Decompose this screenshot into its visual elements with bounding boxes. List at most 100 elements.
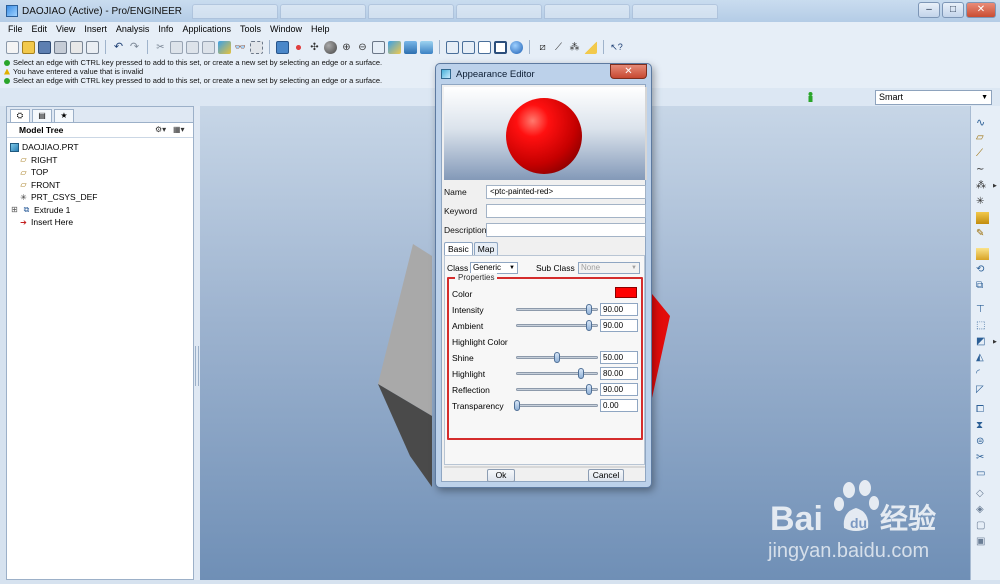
save-icon[interactable] — [38, 40, 51, 54]
background-window-tab[interactable] — [632, 3, 718, 19]
cancel-button[interactable]: Cancel — [588, 469, 624, 482]
reorient-icon[interactable] — [388, 40, 401, 54]
point-display-icon[interactable]: ⁂ — [568, 41, 581, 54]
zoom-out-icon[interactable]: ⊖ — [356, 41, 369, 54]
tree-node-front[interactable]: ▱ FRONT — [10, 179, 193, 192]
draft-tool-icon[interactable]: ◭ — [976, 352, 989, 364]
hole-tool-icon[interactable]: ⊤ — [976, 304, 989, 316]
transparency-slider[interactable] — [514, 400, 598, 411]
expand-icon[interactable]: ⊞ — [10, 205, 19, 214]
sketch-icon[interactable]: ∿ — [976, 116, 989, 129]
highlight-slider[interactable] — [516, 368, 598, 379]
menu-file[interactable]: File — [8, 24, 23, 34]
tab-map[interactable]: Map — [473, 242, 499, 255]
maximize-button[interactable]: □ — [942, 2, 964, 18]
intensity-value[interactable]: 90.00 — [600, 303, 638, 316]
paste-special-icon[interactable] — [202, 40, 215, 54]
intensity-slider[interactable] — [516, 304, 598, 315]
shading-icon[interactable] — [324, 40, 337, 54]
wireframe-icon[interactable] — [446, 40, 459, 54]
favorites-tab[interactable]: ★ — [54, 109, 74, 122]
menu-analysis[interactable]: Analysis — [116, 24, 150, 34]
background-window-tab[interactable] — [280, 3, 366, 19]
background-window-tab[interactable] — [192, 3, 278, 19]
reflection-value[interactable]: 90.00 — [600, 383, 638, 396]
datum-plane-display-icon[interactable]: ⧄ — [536, 41, 549, 54]
merge-tool-icon[interactable]: ⊜ — [976, 436, 989, 448]
orient-icon[interactable]: ✣ — [308, 41, 321, 54]
expand-arrow-icon[interactable]: ▶ — [993, 339, 997, 345]
folder-browser-tab[interactable]: ▤ — [32, 109, 52, 122]
menu-view[interactable]: View — [56, 24, 75, 34]
minimize-button[interactable]: – — [918, 2, 940, 18]
revolve-tool-icon[interactable]: ⟲ — [976, 264, 989, 276]
mirror-tool-icon[interactable]: ⧗ — [976, 420, 989, 432]
menu-applications[interactable]: Applications — [182, 24, 231, 34]
slider-handle[interactable] — [586, 320, 592, 331]
pattern-tool-icon[interactable]: ⧠ — [976, 404, 989, 416]
sketcher-tool-icon[interactable]: ✎ — [976, 228, 989, 240]
tree-node-insert-here[interactable]: ➔ Insert Here — [10, 216, 193, 229]
background-window-tab[interactable] — [368, 3, 454, 19]
undo-icon[interactable]: ↶ — [112, 41, 125, 54]
extrude-tool-icon[interactable] — [976, 248, 989, 260]
slider-handle[interactable] — [586, 304, 592, 315]
tree-node-right[interactable]: ▱ RIGHT — [10, 154, 193, 167]
round-tool-icon[interactable]: ◜ — [976, 368, 989, 380]
expand-arrow-icon[interactable]: ▶ — [993, 183, 997, 189]
tree-settings-icon[interactable]: ⚙▾ — [155, 125, 169, 135]
background-window-tab[interactable] — [456, 3, 542, 19]
shell-tool-icon[interactable]: ⬚ — [976, 320, 989, 332]
menu-help[interactable]: Help — [311, 24, 330, 34]
ok-button[interactable]: Ok — [487, 469, 515, 482]
preview-scrollbar[interactable] — [645, 87, 647, 180]
datum-axis-tool-icon[interactable]: ⟋ — [976, 148, 989, 160]
csys-display-icon[interactable] — [584, 40, 597, 54]
csys-tool-icon[interactable]: ✳ — [976, 196, 989, 208]
hidden-line-icon[interactable] — [462, 40, 475, 54]
datum-point-tool-icon[interactable]: ⁂ — [976, 180, 989, 192]
datum-curve-tool-icon[interactable]: ∼ — [976, 164, 989, 176]
ambient-value[interactable]: 90.00 — [600, 319, 638, 332]
repaint-icon[interactable] — [276, 40, 289, 54]
datum-plane-tool-icon[interactable]: ▱ — [976, 132, 989, 144]
rib-tool-icon[interactable]: ◩ — [976, 336, 989, 348]
tree-node-part[interactable]: DAOJIAO.PRT — [10, 141, 193, 154]
copy2-icon[interactable] — [170, 40, 183, 54]
description-field[interactable] — [486, 222, 646, 237]
analysis-tool-icon[interactable] — [976, 212, 989, 224]
slider-handle[interactable] — [514, 400, 520, 411]
layers-icon[interactable] — [420, 40, 433, 54]
background-window-tab[interactable] — [544, 3, 630, 19]
saved-views-icon[interactable] — [404, 40, 417, 54]
redo-icon[interactable]: ↷ — [128, 41, 141, 54]
new-icon[interactable] — [6, 40, 19, 54]
close-button[interactable]: ✕ — [966, 2, 996, 18]
class-dropdown[interactable]: Generic ▼ — [470, 261, 518, 274]
paste-icon[interactable] — [186, 40, 199, 54]
email-icon[interactable] — [70, 40, 83, 54]
cut-icon[interactable]: ✂ — [154, 41, 167, 54]
menu-window[interactable]: Window — [270, 24, 302, 34]
trim-tool-icon[interactable]: ✂ — [976, 452, 989, 464]
zoom-in-icon[interactable]: ⊕ — [340, 41, 353, 54]
print-icon[interactable] — [54, 40, 67, 54]
find-icon[interactable]: 👓 — [234, 41, 247, 54]
keyword-field[interactable] — [486, 203, 646, 218]
highlight-value[interactable]: 80.00 — [600, 367, 638, 380]
context-help-icon[interactable]: ↖? — [610, 41, 623, 54]
reflection-slider[interactable] — [516, 384, 598, 395]
tree-columns-icon[interactable]: ▦▾ — [173, 125, 187, 135]
shine-slider[interactable] — [516, 352, 598, 363]
select-box-icon[interactable] — [250, 40, 263, 54]
model-tree-tab[interactable]: ⛭ — [10, 109, 30, 122]
variable-sweep-icon[interactable]: ⧉ — [976, 280, 989, 292]
regenerate-icon[interactable] — [218, 40, 231, 54]
chamfer-tool-icon[interactable]: ◸ — [976, 384, 989, 396]
appearance-icon[interactable] — [510, 40, 523, 54]
shine-value[interactable]: 50.00 — [600, 351, 638, 364]
color-swatch-button[interactable] — [615, 287, 637, 298]
spin-center-icon[interactable] — [292, 40, 305, 54]
dialog-close-button[interactable]: ✕ — [610, 64, 647, 79]
copy-icon[interactable] — [86, 40, 99, 54]
